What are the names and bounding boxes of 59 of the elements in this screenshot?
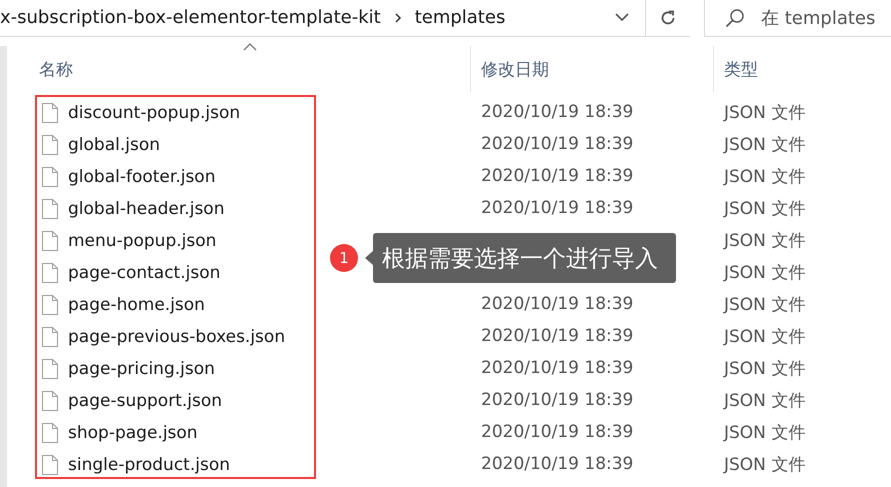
callout-text: 根据需要选择一个进行导入 [382, 244, 658, 274]
date-cell-text: 2020/10/19 18:39 [481, 198, 634, 218]
date-cell-text: 2020/10/19 18:39 [481, 294, 634, 314]
chevron-right-icon [392, 12, 403, 22]
file-name[interactable]: page-contact.json [68, 263, 220, 283]
file-icon [42, 359, 58, 379]
file-icon [42, 167, 58, 187]
type-cell-text: JSON 文件 [724, 294, 806, 316]
step-number: 1 [330, 244, 358, 272]
date-cell-text: 2020/10/19 18:39 [481, 166, 634, 186]
file-name[interactable]: global-header.json [68, 199, 224, 219]
search-box[interactable]: 在 templates [704, 0, 891, 37]
type-cell-text: JSON 文件 [724, 102, 806, 124]
refresh-icon [659, 8, 677, 26]
type-cell-text: JSON 文件 [724, 134, 806, 156]
type-cell-text: JSON 文件 [724, 262, 806, 284]
address-bar[interactable]: x-subscription-box-elementor-template-kit templates [0, 0, 690, 36]
file-icon [42, 455, 58, 475]
type-cell-text: JSON 文件 [724, 390, 806, 412]
file-icon [42, 135, 58, 155]
type-cell-text: JSON 文件 [724, 422, 806, 444]
date-cell-text: 2020/10/19 18:39 [481, 326, 634, 346]
file-icon [42, 199, 58, 219]
file-icon [42, 103, 58, 123]
date-cell-text: 2020/10/19 18:39 [481, 390, 634, 410]
type-cell-text: JSON 文件 [724, 166, 806, 188]
type-cell-text: JSON 文件 [724, 454, 806, 476]
file-icon [42, 263, 58, 283]
column-header[interactable]: 修改日期 [470, 46, 713, 92]
date-cell-text: 2020/10/19 18:39 [481, 454, 634, 474]
type-cell-text: JSON 文件 [724, 198, 806, 220]
column-header[interactable]: 名称 [7, 46, 470, 92]
file-name[interactable]: discount-popup.json [68, 103, 240, 123]
file-name[interactable]: global.json [68, 135, 160, 155]
type-cell-text: JSON 文件 [724, 326, 806, 348]
file-name[interactable]: global-footer.json [68, 167, 216, 187]
column-header[interactable]: 类型 [713, 46, 891, 92]
file-name[interactable]: shop-page.json [68, 423, 198, 443]
file-name[interactable]: page-previous-boxes.json [68, 327, 286, 347]
date-cell-text: 2020/10/19 18:39 [481, 422, 634, 442]
date-cell-text: 2020/10/19 18:39 [481, 102, 634, 122]
date-cell-text: 2020/10/19 18:39 [481, 358, 634, 378]
search-icon [725, 8, 745, 28]
type-cell-text: JSON 文件 [724, 230, 806, 252]
chevron-down-icon[interactable] [615, 13, 629, 22]
file-name[interactable]: page-home.json [68, 295, 205, 315]
file-name[interactable]: single-product.json [68, 455, 230, 475]
date-cell-text: 2020/10/19 18:39 [481, 134, 634, 154]
file-icon [42, 327, 58, 347]
breadcrumb-item[interactable]: templates [414, 7, 506, 28]
type-cell-text: JSON 文件 [724, 358, 806, 380]
breadcrumb-item[interactable]: x-subscription-box-elementor-template-kit [0, 7, 381, 28]
file-icon [42, 391, 58, 411]
file-name[interactable]: menu-popup.json [68, 231, 216, 251]
file-icon [42, 295, 58, 315]
file-name[interactable]: page-pricing.json [68, 359, 215, 379]
file-icon [42, 423, 58, 443]
file-name[interactable]: page-support.json [68, 391, 222, 411]
file-icon [42, 231, 58, 251]
